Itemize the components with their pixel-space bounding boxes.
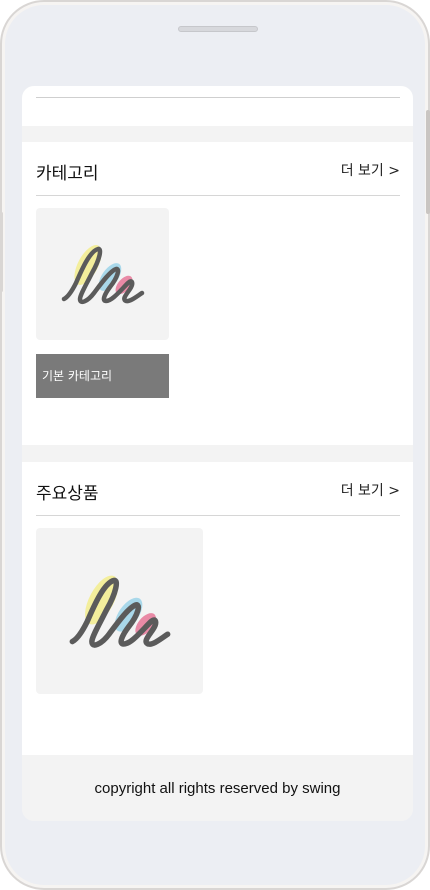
power-button <box>426 110 430 214</box>
category-section: 카테고리 더 보기 > 기본 카테고리 <box>22 142 413 445</box>
swing-logo-icon <box>69 575 170 648</box>
copyright-text: copyright all rights reserved by swing <box>94 779 341 797</box>
volume-button <box>0 212 3 292</box>
speaker-grille <box>178 26 258 32</box>
phone-frame: 카테고리 더 보기 > 기본 카테고리 주요상품 더 보기 > copyrigh… <box>0 0 430 890</box>
category-item-label[interactable]: 기본 카테고리 <box>36 354 169 398</box>
category-section-title: 카테고리 <box>36 164 99 184</box>
top-section <box>22 86 413 126</box>
products-section-header: 주요상품 더 보기 > <box>36 462 400 516</box>
products-more-link[interactable]: 더 보기 > <box>341 480 400 500</box>
category-section-header: 카테고리 더 보기 > <box>36 142 400 196</box>
app-screen: 카테고리 더 보기 > 기본 카테고리 주요상품 더 보기 > copyrigh… <box>22 86 413 821</box>
category-more-link[interactable]: 더 보기 > <box>341 160 400 180</box>
swing-logo-icon <box>61 245 144 305</box>
products-section-title: 주요상품 <box>36 484 99 504</box>
divider <box>36 97 400 98</box>
products-section: 주요상품 더 보기 > <box>22 462 413 755</box>
footer: copyright all rights reserved by swing <box>22 755 413 821</box>
product-thumbnail[interactable] <box>36 528 203 694</box>
category-thumbnail[interactable] <box>36 208 169 340</box>
